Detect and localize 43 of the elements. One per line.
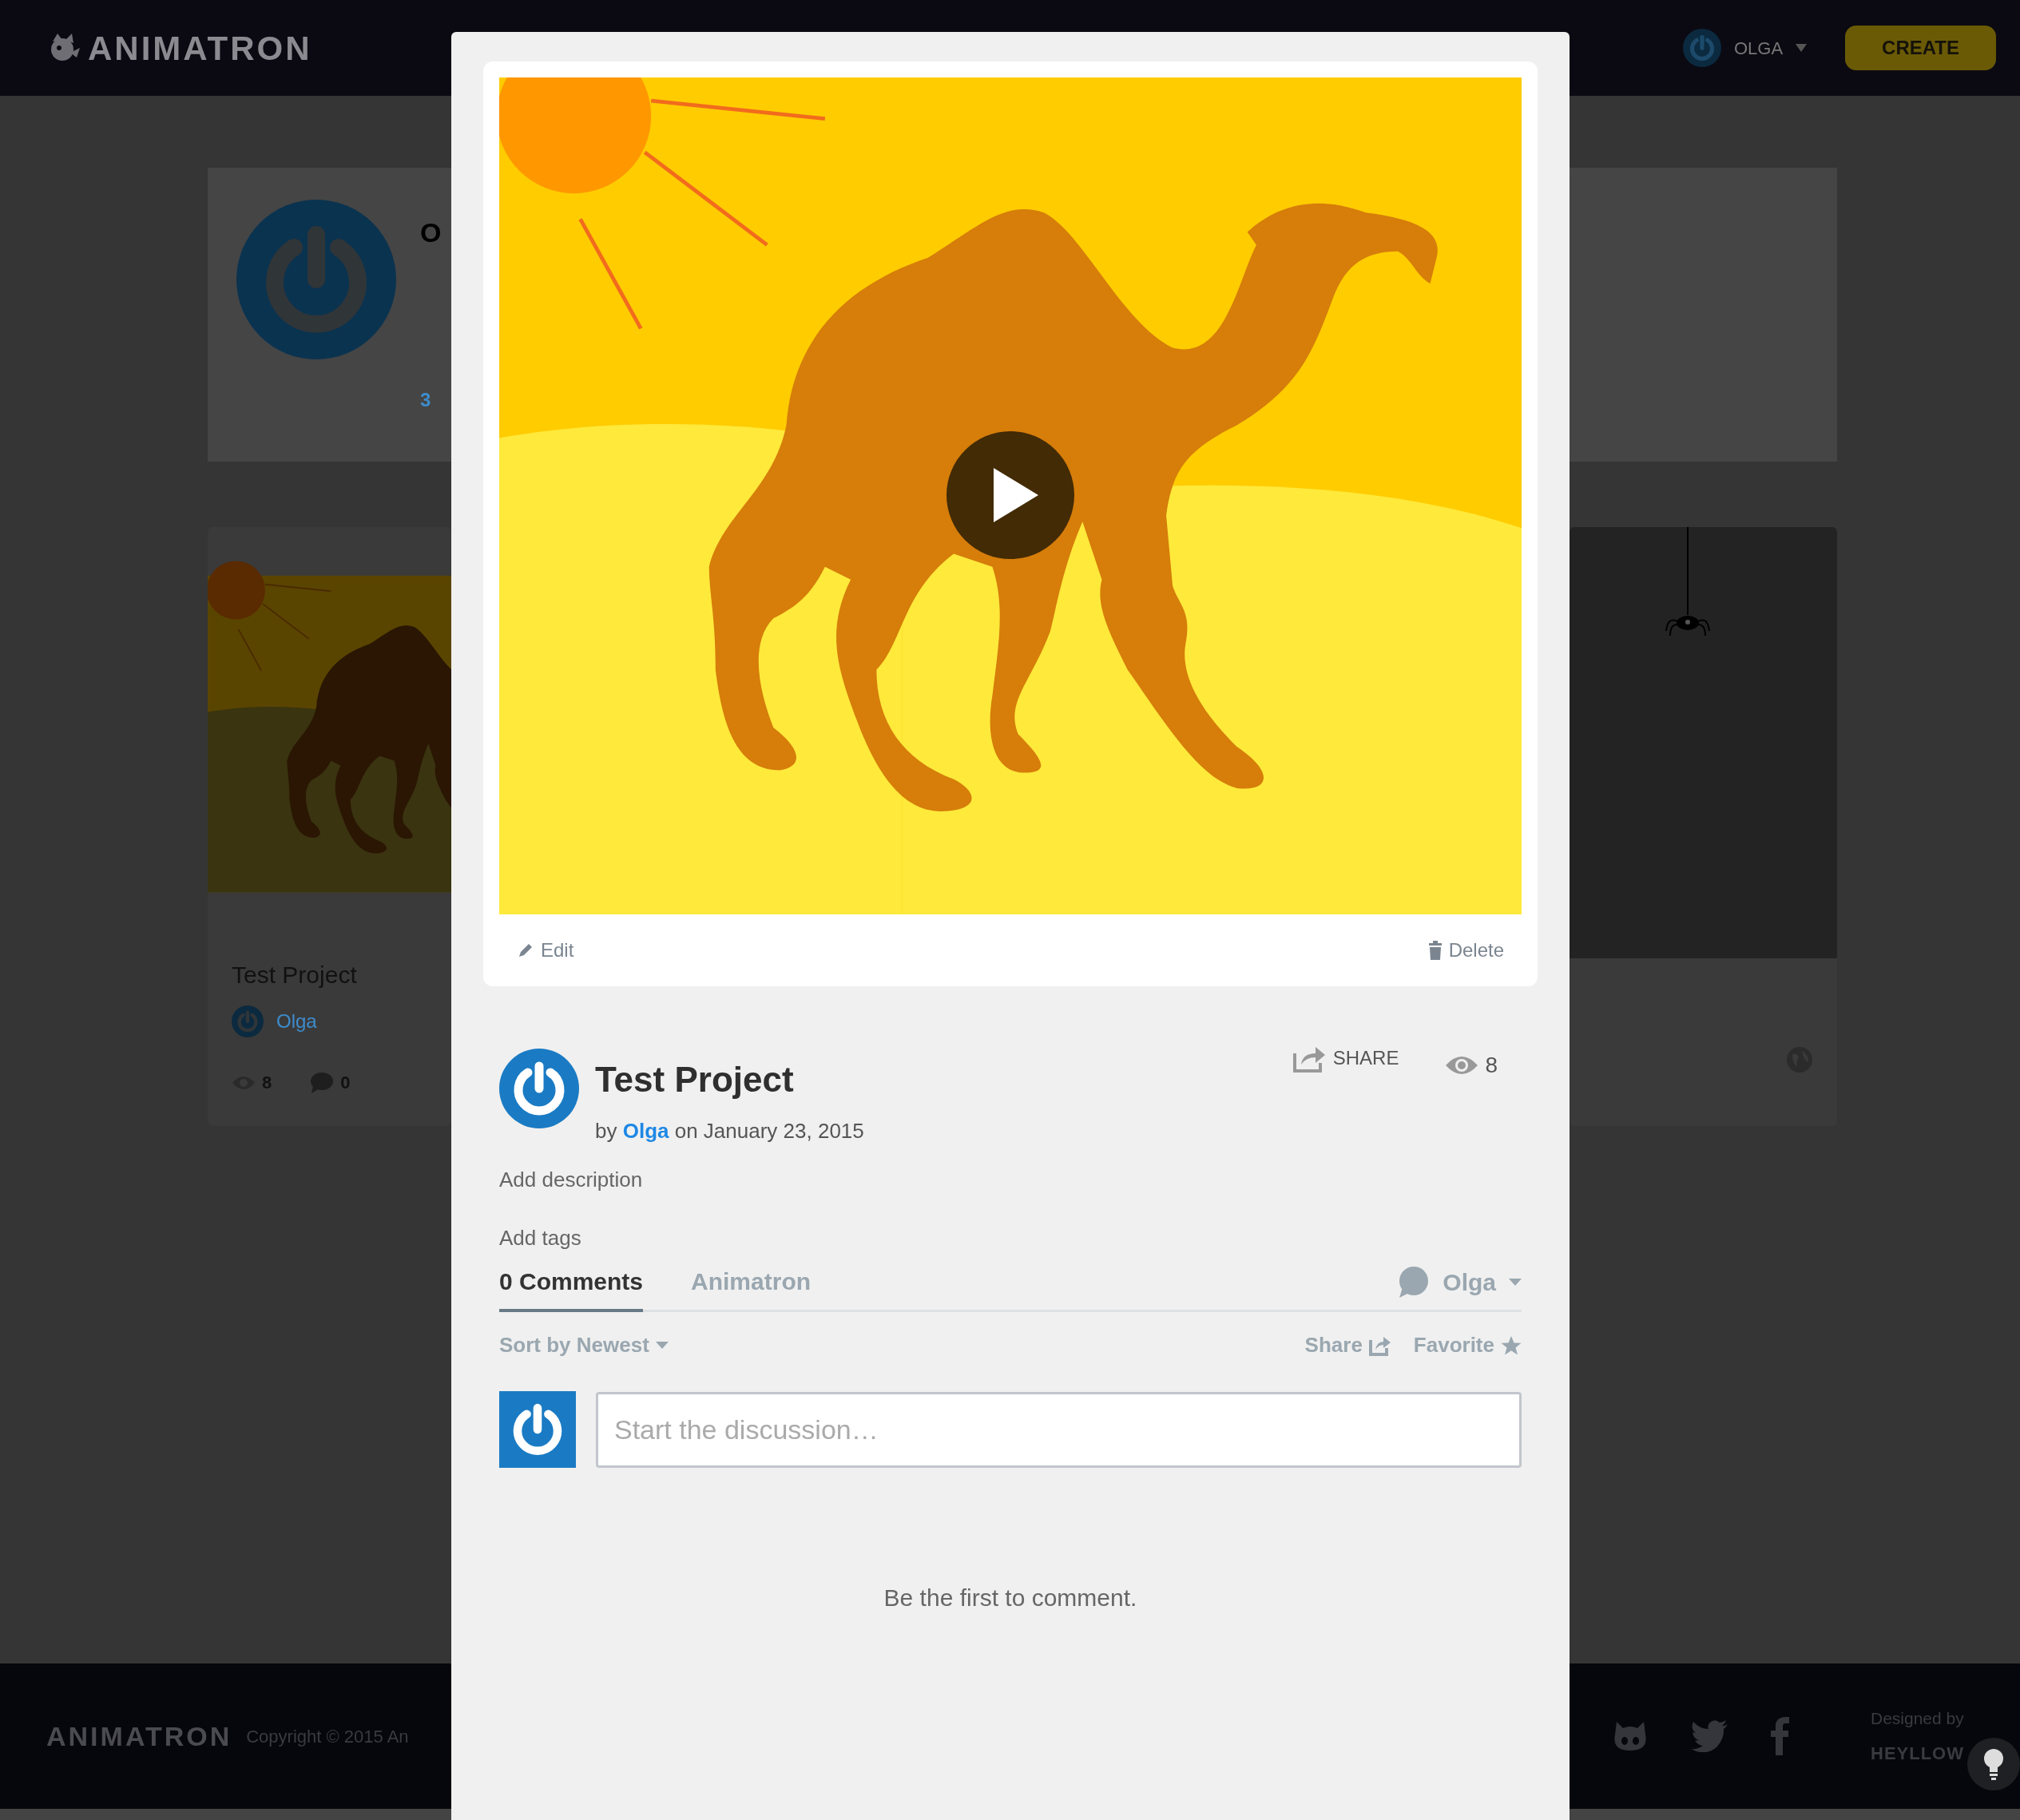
speech-bubble-icon [1398,1266,1431,1299]
avatar-icon [236,200,396,359]
avatar-icon [232,1005,264,1037]
comment-input[interactable]: Start the discussion… [596,1391,1522,1468]
user-name[interactable]: OLGA [1733,34,1784,61]
comments-tab[interactable]: Animatron [691,1263,812,1312]
caret-icon [655,1341,669,1350]
eye-icon [1445,1054,1479,1077]
profile-stat: 3 [420,388,432,412]
logo[interactable]: ANIMATRON [88,22,312,73]
lightbulb-icon [1983,1748,2004,1780]
share-button[interactable]: SHARE [1292,1044,1399,1073]
speech-bubble-icon [310,1071,335,1094]
byline: by Olga on January 23, 2015 [595,1118,864,1144]
delete-button[interactable]: Delete [1427,936,1504,965]
author-link[interactable]: Olga [276,1007,317,1036]
empty-comments-text: Be the first to comment. [883,1584,1137,1611]
avatar-icon [499,1391,576,1468]
caret-icon[interactable] [1796,44,1808,52]
author-link[interactable]: Olga [622,1119,669,1143]
trash-icon [1427,941,1443,960]
edit-button[interactable]: Edit [517,936,574,965]
caret-icon [1509,1278,1522,1287]
add-description-link[interactable]: Add description [499,1164,1522,1195]
favorite-button[interactable]: Favorite [1413,1330,1522,1361]
profile-name: O [420,216,442,249]
avatar-icon [1682,29,1721,67]
footer-logo[interactable]: ANIMATRON [46,1715,232,1757]
pencil-icon [517,942,534,959]
star-icon [1501,1334,1522,1356]
user-menu[interactable]: Olga [1398,1264,1522,1310]
letter-f-icon[interactable] [1770,1717,1791,1755]
project-title: Test Project [595,1059,795,1100]
view-count: 8 [1485,1052,1498,1079]
bird-icon[interactable] [1690,1720,1728,1752]
cat-icon[interactable] [1612,1720,1649,1752]
add-tags-link[interactable]: Add tags [499,1223,1522,1254]
create-button[interactable]: CREATE [1845,26,1996,70]
sort-dropdown[interactable]: Sort by Newest [499,1330,669,1361]
share-icon [1368,1334,1391,1356]
comments-tab[interactable]: 0 Comments [499,1263,644,1312]
avatar-icon [499,1049,579,1128]
share-button[interactable]: Share [1304,1330,1391,1361]
